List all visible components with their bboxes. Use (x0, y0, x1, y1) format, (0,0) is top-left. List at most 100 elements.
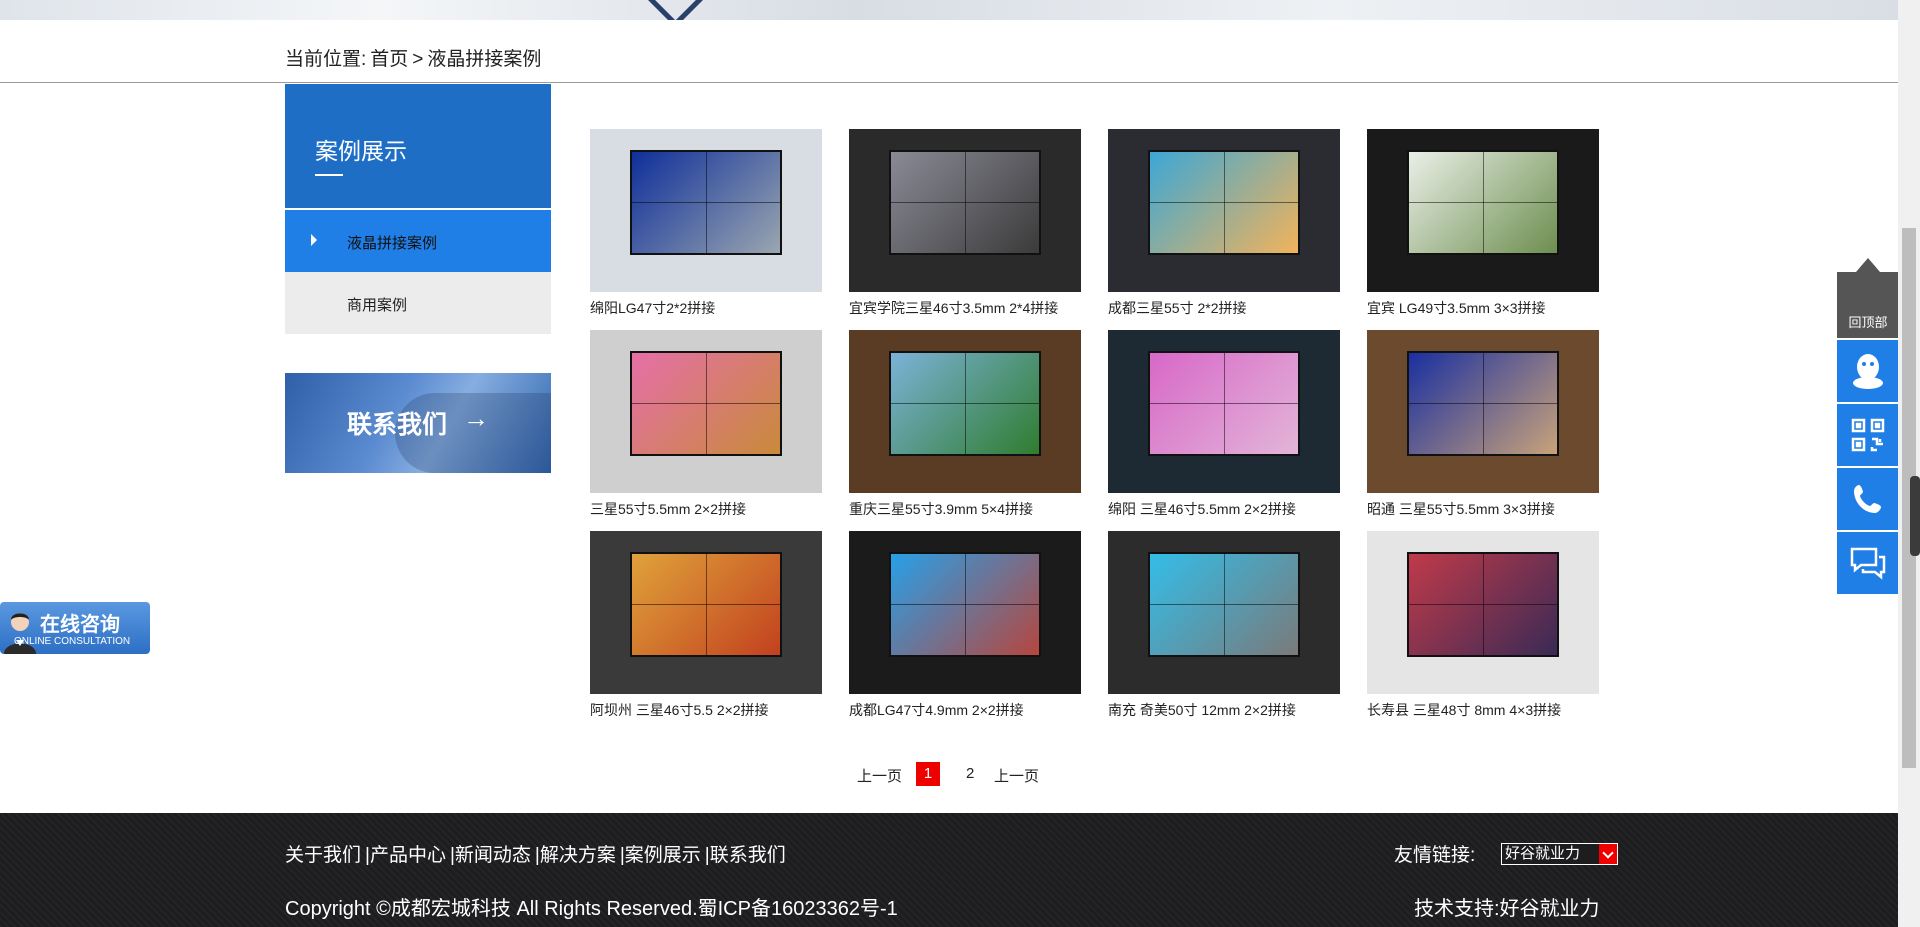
video-wall-screen (1149, 352, 1299, 454)
case-caption[interactable]: 阿坝州 三星46寸5.5 2×2拼接 (590, 700, 822, 720)
case-card[interactable]: 绵阳 三星46寸5.5mm 2×2拼接 (1108, 330, 1340, 519)
up-arrow-icon (1856, 258, 1880, 272)
qrcode-button[interactable] (1837, 404, 1899, 466)
case-thumbnail[interactable] (590, 330, 822, 493)
case-card[interactable]: 成都三星55寸 2*2拼接 (1108, 129, 1340, 318)
case-card[interactable]: 三星55寸5.5mm 2×2拼接 (590, 330, 822, 519)
case-thumbnail[interactable] (1367, 531, 1599, 694)
case-caption[interactable]: 绵阳LG47寸2*2拼接 (590, 298, 822, 318)
online-consultation-button[interactable]: 在线咨询 ONLINE CONSULTATION (0, 602, 150, 654)
top-banner-strip (0, 0, 1898, 20)
video-wall-screen (890, 553, 1040, 655)
video-wall-screen (1408, 352, 1558, 454)
pager-current-page[interactable]: 1 (916, 762, 940, 786)
footer-nav: 关于我们 |产品中心 |新闻动态 |解决方案 |案例展示 |联系我们 (285, 840, 790, 867)
case-caption[interactable]: 重庆三星55寸3.9mm 5×4拼接 (849, 499, 1081, 519)
case-card[interactable]: 宜宾学院三星46寸3.5mm 2*4拼接 (849, 129, 1081, 318)
sidebar-header: 案例展示 (285, 84, 551, 208)
sidebar-title-underline (315, 174, 343, 176)
video-wall-screen (631, 151, 781, 253)
online-consultation-title: 在线咨询 (40, 614, 120, 636)
case-thumbnail[interactable] (1108, 330, 1340, 493)
arrow-right-icon: → (463, 403, 489, 433)
qq-button[interactable] (1837, 340, 1899, 402)
phone-button[interactable] (1837, 468, 1899, 530)
video-wall-screen (631, 352, 781, 454)
footer-link-news[interactable]: |新闻动态 (450, 845, 531, 866)
video-wall-screen (1408, 151, 1558, 253)
case-card[interactable]: 昭通 三星55寸5.5mm 3×3拼接 (1367, 330, 1599, 519)
case-thumbnail[interactable] (1108, 531, 1340, 694)
case-card[interactable]: 绵阳LG47寸2*2拼接 (590, 129, 822, 318)
case-caption[interactable]: 成都LG47寸4.9mm 2×2拼接 (849, 700, 1081, 720)
message-button[interactable] (1837, 532, 1899, 594)
case-thumbnail[interactable] (849, 531, 1081, 694)
chevron-down-icon (1599, 844, 1617, 864)
footer-link-solutions[interactable]: |解决方案 (535, 845, 616, 866)
case-card[interactable]: 阿坝州 三星46寸5.5 2×2拼接 (590, 531, 822, 720)
footer-link-cases[interactable]: |案例展示 (620, 845, 701, 866)
breadcrumb-current: 液晶拼接案例 (427, 49, 542, 70)
back-to-top-label: 回顶部 (1848, 315, 1888, 330)
friend-links-select[interactable]: 好谷就业力 (1501, 843, 1618, 865)
case-thumbnail[interactable] (849, 129, 1081, 292)
pager-next-link[interactable]: 上一页 (994, 765, 1039, 786)
case-caption[interactable]: 成都三星55寸 2*2拼接 (1108, 298, 1340, 318)
friend-links-selected: 好谷就业力 (1505, 845, 1581, 862)
footer-link-about[interactable]: 关于我们 (285, 845, 361, 866)
case-thumbnail[interactable] (1108, 129, 1340, 292)
case-thumbnail[interactable] (590, 129, 822, 292)
footer-link-products[interactable]: |产品中心 (365, 845, 446, 866)
scrollbar[interactable] (1898, 0, 1920, 927)
back-to-top-button[interactable]: 回顶部 (1837, 258, 1899, 338)
case-thumbnail[interactable] (590, 531, 822, 694)
phone-icon (1854, 485, 1881, 513)
contact-us-label: 联系我们 (347, 411, 448, 439)
side-handle (1910, 476, 1920, 556)
sidebar-item-commercial-cases[interactable]: 商用案例 (285, 272, 551, 334)
caret-right-icon (311, 234, 317, 246)
pager-page-2[interactable]: 2 (966, 765, 974, 782)
contact-us-banner[interactable]: 联系我们 → (285, 373, 551, 473)
case-card[interactable]: 长寿县 三星48寸 8mm 4×3拼接 (1367, 531, 1599, 720)
case-caption[interactable]: 宜宾学院三星46寸3.5mm 2*4拼接 (849, 298, 1081, 318)
case-caption[interactable]: 三星55寸5.5mm 2×2拼接 (590, 499, 822, 519)
sidebar: 案例展示 液晶拼接案例 商用案例 (285, 84, 551, 334)
banner-chevron (646, 0, 705, 20)
video-wall-screen (631, 553, 781, 655)
video-wall-screen (1149, 553, 1299, 655)
case-card[interactable]: 重庆三星55寸3.9mm 5×4拼接 (849, 330, 1081, 519)
video-wall-screen (1408, 553, 1558, 655)
breadcrumb-home-link[interactable]: 首页 (370, 49, 408, 70)
video-wall-screen (1149, 151, 1299, 253)
online-consultation-subtitle: ONLINE CONSULTATION (14, 636, 131, 647)
video-wall-screen (890, 352, 1040, 454)
divider (0, 82, 1898, 83)
copyright: Copyright ©成都宏城科技 All Rights Reserved.蜀I… (285, 898, 898, 920)
case-caption[interactable]: 长寿县 三星48寸 8mm 4×3拼接 (1367, 700, 1599, 720)
chat-icon (1850, 547, 1886, 580)
case-thumbnail[interactable] (1367, 330, 1599, 493)
friend-links-label: 友情链接: (1394, 845, 1476, 866)
footer: 关于我们 |产品中心 |新闻动态 |解决方案 |案例展示 |联系我们 友情链接: 好谷就业… (0, 813, 1898, 927)
breadcrumb-separator: > (412, 49, 424, 70)
case-thumbnail[interactable] (849, 330, 1081, 493)
sidebar-item-label: 液晶拼接案例 (347, 235, 438, 252)
sidebar-item-lcd-cases[interactable]: 液晶拼接案例 (285, 210, 551, 272)
case-caption[interactable]: 绵阳 三星46寸5.5mm 2×2拼接 (1108, 499, 1340, 519)
case-card[interactable]: 宜宾 LG49寸3.5mm 3×3拼接 (1367, 129, 1599, 318)
tech-support: 技术支持:好谷就业力 (1414, 898, 1600, 920)
video-wall-screen (890, 151, 1040, 253)
case-card[interactable]: 成都LG47寸4.9mm 2×2拼接 (849, 531, 1081, 720)
case-caption[interactable]: 南充 奇美50寸 12mm 2×2拼接 (1108, 700, 1340, 720)
footer-link-contact[interactable]: |联系我们 (705, 845, 786, 866)
sidebar-item-label: 商用案例 (347, 297, 408, 314)
case-caption[interactable]: 昭通 三星55寸5.5mm 3×3拼接 (1367, 499, 1599, 519)
breadcrumb: 当前位置: 首页 > 液晶拼接案例 (285, 44, 545, 71)
pager-prev-link[interactable]: 上一页 (857, 765, 902, 786)
breadcrumb-prefix: 当前位置: (285, 49, 367, 70)
case-card[interactable]: 南充 奇美50寸 12mm 2×2拼接 (1108, 531, 1340, 720)
case-thumbnail[interactable] (1367, 129, 1599, 292)
qq-icon (1853, 354, 1883, 389)
case-caption[interactable]: 宜宾 LG49寸3.5mm 3×3拼接 (1367, 298, 1599, 318)
